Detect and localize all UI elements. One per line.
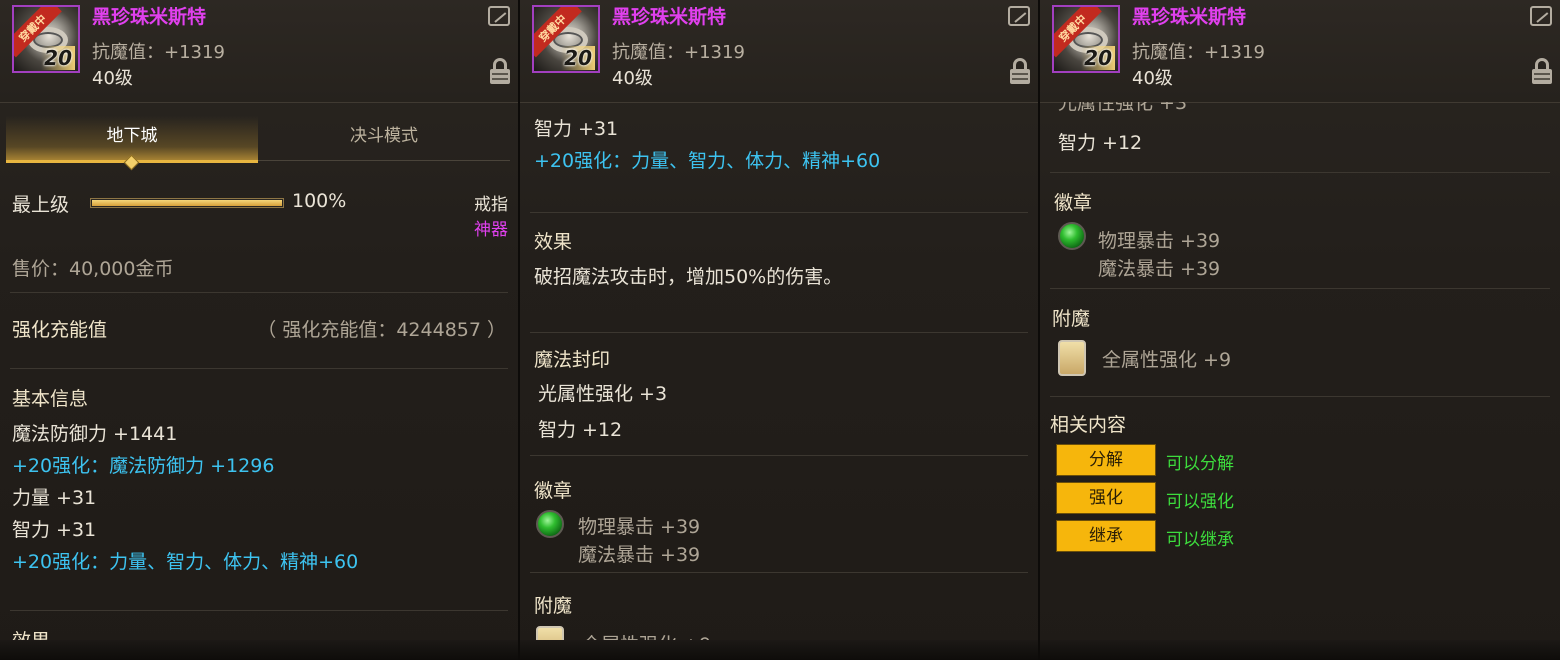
divider — [530, 572, 1028, 573]
divider — [10, 610, 508, 611]
grade-percent: 100% — [292, 190, 347, 212]
related-heading: 相关内容 — [1050, 414, 1127, 436]
disassemble-button[interactable]: 分解 — [1056, 444, 1156, 476]
effect-heading: 效果 — [534, 231, 573, 253]
emblem-line: 物理暴击 +39 — [1098, 230, 1221, 252]
item-name: 黑珍珠米斯特 — [1132, 6, 1247, 28]
effect-text: 破招魔法攻击时，增加50%的伤害。 — [534, 266, 843, 288]
reinforce-button[interactable]: 强化 — [1056, 482, 1156, 514]
bottom-strip — [0, 640, 518, 660]
green-emblem-icon — [1058, 222, 1086, 250]
emblem-line: 魔法暴击 +39 — [1098, 258, 1221, 280]
share-icon[interactable] — [1008, 6, 1030, 26]
basic-line-reinforce: +20强化：力量、智力、体力、精神+60 — [12, 551, 359, 573]
emblem-heading: 徽章 — [1054, 192, 1093, 214]
item-header: 穿戴中 20 黑珍珠米斯特 抗魔值：+1319 40级 — [1040, 0, 1560, 103]
seal-line-cut: 光属性强化 +3 — [1058, 102, 1188, 114]
enchant-line: 全属性强化 +9 — [1102, 349, 1232, 371]
divider — [530, 212, 1028, 213]
inherit-button[interactable]: 继承 — [1056, 520, 1156, 552]
item-rarity: 神器 — [474, 220, 508, 240]
charge-label: 强化充能值 — [12, 319, 108, 341]
tab-label: 决斗模式 — [350, 126, 418, 146]
stat-line-reinforce: +20强化：力量、智力、体力、精神+60 — [534, 150, 881, 172]
divider — [530, 332, 1028, 333]
grade-progress-fill — [92, 200, 282, 206]
basic-line: 魔法防御力 +1441 — [12, 423, 178, 445]
basic-line: 力量 +31 — [12, 487, 97, 509]
divider — [10, 292, 508, 293]
tab-label: 地下城 — [106, 126, 158, 146]
divider — [1050, 288, 1550, 289]
seal-heading: 魔法封印 — [534, 349, 611, 371]
divider — [1050, 396, 1550, 397]
divider — [530, 455, 1028, 456]
seal-line: 智力 +12 — [1058, 132, 1143, 154]
inherit-status: 可以继承 — [1166, 530, 1234, 550]
seal-line: 智力 +12 — [538, 419, 623, 441]
enchant-card-icon — [1058, 340, 1086, 376]
item-header: 穿戴中 20 黑珍珠米斯特 抗魔值：+1319 40级 — [0, 0, 518, 103]
emblem-heading: 徽章 — [534, 480, 573, 502]
reinforce-status: 可以强化 — [1166, 492, 1234, 512]
ring-item-icon[interactable]: 穿戴中 20 — [12, 5, 80, 73]
lock-icon[interactable] — [490, 58, 510, 84]
stat-line: 智力 +31 — [534, 118, 619, 140]
disassemble-status: 可以分解 — [1166, 454, 1234, 474]
tooltip-content: 地下城 决斗模式 最上级 100% 戒指 神器 售价：40,000金币 强化充能… — [0, 102, 518, 660]
basic-info-heading: 基本信息 — [12, 388, 89, 410]
emblem-line: 魔法暴击 +39 — [578, 544, 701, 566]
enchant-heading: 附魔 — [534, 595, 573, 617]
bottom-strip — [520, 640, 1038, 660]
tooltip-content: 智力 +31 +20强化：力量、智力、体力、精神+60 效果 破招魔法攻击时，增… — [520, 102, 1038, 660]
lock-icon[interactable] — [1532, 58, 1552, 84]
enchant-heading: 附魔 — [1052, 308, 1091, 330]
ring-item-icon[interactable]: 穿戴中 20 — [1052, 5, 1120, 73]
grade-progress-bar — [90, 198, 284, 208]
tooltip-content: 光属性强化 +3 智力 +12 徽章 物理暴击 +39 魔法暴击 +39 附魔 … — [1040, 102, 1560, 660]
item-level: 40级 — [1132, 68, 1173, 89]
grade-label: 最上级 — [12, 194, 70, 216]
tab-dungeon[interactable]: 地下城 — [6, 116, 258, 171]
divider — [1050, 172, 1550, 173]
item-type: 戒指 — [474, 195, 508, 215]
share-icon[interactable] — [1530, 6, 1552, 26]
item-level: 40级 — [612, 68, 653, 89]
basic-line: 智力 +31 — [12, 519, 97, 541]
basic-line-reinforce: +20强化：魔法防御力 +1296 — [12, 455, 275, 477]
item-name: 黑珍珠米斯特 — [612, 6, 727, 28]
reinforce-level-badge: 20 — [41, 46, 75, 70]
item-name: 黑珍珠米斯特 — [92, 6, 207, 28]
item-main-stat: 抗魔值：+1319 — [1132, 42, 1265, 63]
item-tooltip-panel-1: 穿戴中 20 黑珍珠米斯特 抗魔值：+1319 40级 地下城 决斗模式 最上级… — [0, 0, 520, 660]
sell-price: 售价：40,000金币 — [12, 258, 174, 280]
share-icon[interactable] — [488, 6, 510, 26]
mode-tabs: 地下城 决斗模式 — [6, 116, 510, 171]
item-main-stat: 抗魔值：+1319 — [92, 42, 225, 63]
item-header: 穿戴中 20 黑珍珠米斯特 抗魔值：+1319 40级 — [520, 0, 1038, 103]
divider — [10, 368, 508, 369]
reinforce-level-badge: 20 — [1081, 46, 1115, 70]
item-tooltip-panel-2: 穿戴中 20 黑珍珠米斯特 抗魔值：+1319 40级 智力 +31 +20强化… — [520, 0, 1040, 660]
green-emblem-icon — [536, 510, 564, 538]
reinforce-level-badge: 20 — [561, 46, 595, 70]
lock-icon[interactable] — [1010, 58, 1030, 84]
charge-value: （ 强化充能值：4244857 ） — [257, 319, 506, 341]
seal-line: 光属性强化 +3 — [538, 383, 668, 405]
bottom-strip — [1040, 640, 1560, 660]
ring-item-icon[interactable]: 穿戴中 20 — [532, 5, 600, 73]
item-level: 40级 — [92, 68, 133, 89]
item-tooltip-panel-3: 穿戴中 20 黑珍珠米斯特 抗魔值：+1319 40级 光属性强化 +3 智力 … — [1040, 0, 1560, 660]
emblem-line: 物理暴击 +39 — [578, 516, 701, 538]
item-main-stat: 抗魔值：+1319 — [612, 42, 745, 63]
active-tab-indicator-icon — [123, 154, 140, 171]
tab-pvp[interactable]: 决斗模式 — [258, 116, 510, 160]
